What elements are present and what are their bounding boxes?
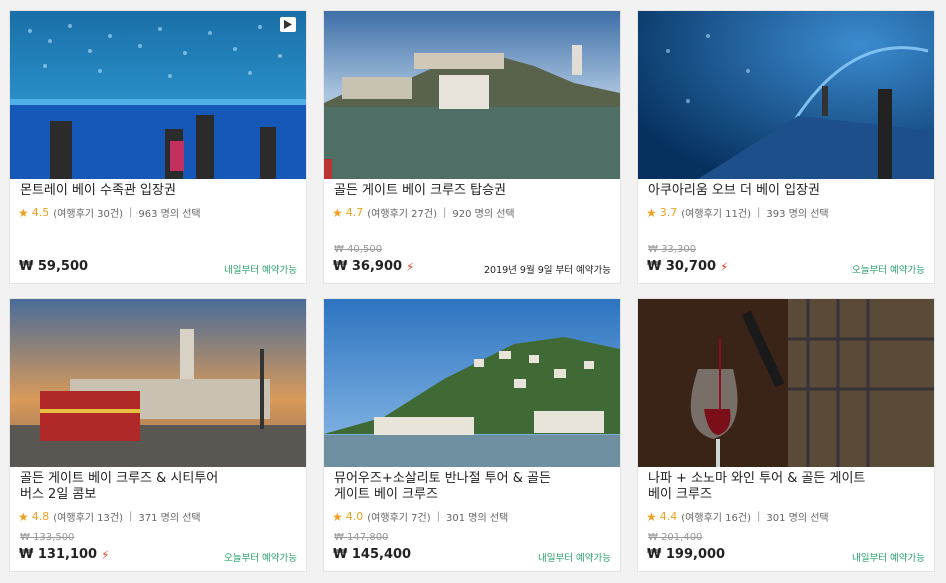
price: ₩ 36,900 ⚡ [333, 259, 415, 274]
product-card[interactable]: 아쿠아리움 오브 더 베이 입장권 ★ 3.7 (여행후기 11건) | 393… [637, 10, 935, 284]
price: ₩ 131,100 ⚡ [19, 547, 110, 562]
original-price: ₩ 33,300 [648, 244, 697, 255]
star-icon: ★ [646, 205, 657, 220]
separator: | [756, 511, 761, 522]
bolt-icon: ⚡ [720, 259, 729, 274]
product-title[interactable]: 몬트레이 베이 수족관 입장권 [20, 183, 290, 199]
separator: | [756, 207, 761, 218]
original-price: ₩ 40,500 [334, 244, 383, 255]
review-count: (여행후기 7건) [367, 513, 431, 524]
price: ₩ 30,700 ⚡ [647, 259, 729, 274]
play-icon[interactable] [280, 17, 296, 32]
review-count: (여행후기 16건) [681, 513, 751, 524]
product-card[interactable]: 나파 + 소노마 와인 투어 & 골든 게이트 베이 크루즈 ★ 4.4 (여행… [637, 298, 935, 572]
bolt-icon: ⚡ [406, 259, 415, 274]
availability-label: 내일부터 예약가능 [224, 265, 297, 276]
product-title[interactable]: 골든 게이트 베이 크루즈 탑승권 [334, 183, 604, 199]
separator: | [436, 511, 440, 522]
separator: | [128, 511, 133, 522]
star-icon: ★ [332, 205, 343, 220]
availability-label: 내일부터 예약가능 [852, 553, 925, 564]
product-card[interactable]: 골든 게이트 베이 크루즈 & 시티투어 버스 2일 콤보 ★ 4.8 (여행후… [9, 298, 307, 572]
product-rating-row: ★ 4.8 (여행후기 13건) | 371 명의 선택 [18, 509, 201, 525]
product-rating-row: ★ 4.5 (여행후기 30건) | 963 명의 선택 [18, 205, 201, 221]
product-image-alcatraz [324, 11, 620, 179]
availability-label: 오늘부터 예약가능 [224, 553, 297, 564]
product-title[interactable]: 아쿠아리움 오브 더 베이 입장권 [648, 183, 918, 199]
product-image-wine-tour [638, 299, 934, 467]
rating-value: 3.7 [659, 206, 678, 219]
availability-label: 오늘부터 예약가능 [852, 265, 925, 276]
chosen-count: 371 명의 선택 [138, 513, 201, 524]
review-count: (여행후기 27건) [367, 209, 437, 220]
chosen-count: 963 명의 선택 [138, 209, 201, 220]
availability-label: 2019년 9월 9일 부터 예약가능 [483, 265, 611, 276]
product-card[interactable]: 몬트레이 베이 수족관 입장권 ★ 4.5 (여행후기 30건) | 963 명… [9, 10, 307, 284]
star-icon: ★ [18, 205, 29, 220]
review-count: (여행후기 30건) [53, 209, 123, 220]
product-card[interactable]: 골든 게이트 베이 크루즈 탑승권 ★ 4.7 (여행후기 27건) | 920… [323, 10, 621, 284]
separator: | [442, 207, 447, 218]
product-title[interactable]: 뮤어우즈+소살리토 반나절 투어 & 골든 게이트 베이 크루즈 [334, 471, 604, 503]
product-rating-row: ★ 3.7 (여행후기 11건) | 393 명의 선택 [646, 205, 829, 221]
review-count: (여행후기 11건) [681, 209, 751, 220]
rating-value: 4.8 [31, 510, 50, 523]
chosen-count: 301 명의 선택 [445, 513, 509, 524]
product-rating-row: ★ 4.4 (여행후기 16건) | 301 명의 선택 [646, 509, 829, 525]
rating-value: 4.0 [345, 510, 364, 523]
price: ₩ 59,500 [19, 259, 89, 274]
original-price: ₩ 133,500 [20, 532, 75, 543]
product-image-aquarium-tunnel [638, 11, 934, 179]
chosen-count: 301 명의 선택 [766, 513, 829, 524]
review-count: (여행후기 13건) [53, 513, 123, 524]
availability-label: 내일부터 예약가능 [538, 553, 611, 564]
price: ₩ 145,400 [333, 547, 412, 562]
bolt-icon: ⚡ [101, 547, 110, 562]
chosen-count: 393 명의 선택 [766, 209, 829, 220]
product-image-ferry-building [10, 299, 306, 467]
price: ₩ 199,000 [647, 547, 726, 562]
original-price: ₩ 147,800 [334, 532, 389, 543]
product-rating-row: ★ 4.0 (여행후기 7건) | 301 명의 선택 [332, 509, 509, 525]
product-title[interactable]: 나파 + 소노마 와인 투어 & 골든 게이트 베이 크루즈 [648, 471, 918, 503]
product-rating-row: ★ 4.7 (여행후기 27건) | 920 명의 선택 [332, 205, 515, 221]
rating-value: 4.5 [31, 206, 50, 219]
product-card[interactable]: 뮤어우즈+소살리토 반나절 투어 & 골든 게이트 베이 크루즈 ★ 4.0 (… [323, 298, 621, 572]
star-icon: ★ [18, 509, 29, 524]
chosen-count: 920 명의 선택 [452, 209, 515, 220]
star-icon: ★ [332, 509, 343, 524]
star-icon: ★ [646, 509, 657, 524]
product-image-aquarium [10, 11, 306, 179]
original-price: ₩ 201,400 [648, 532, 703, 543]
rating-value: 4.7 [345, 206, 364, 219]
separator: | [128, 207, 133, 218]
product-image-sausalito [324, 299, 620, 467]
rating-value: 4.4 [659, 510, 678, 523]
product-title[interactable]: 골든 게이트 베이 크루즈 & 시티투어 버스 2일 콤보 [20, 471, 290, 503]
